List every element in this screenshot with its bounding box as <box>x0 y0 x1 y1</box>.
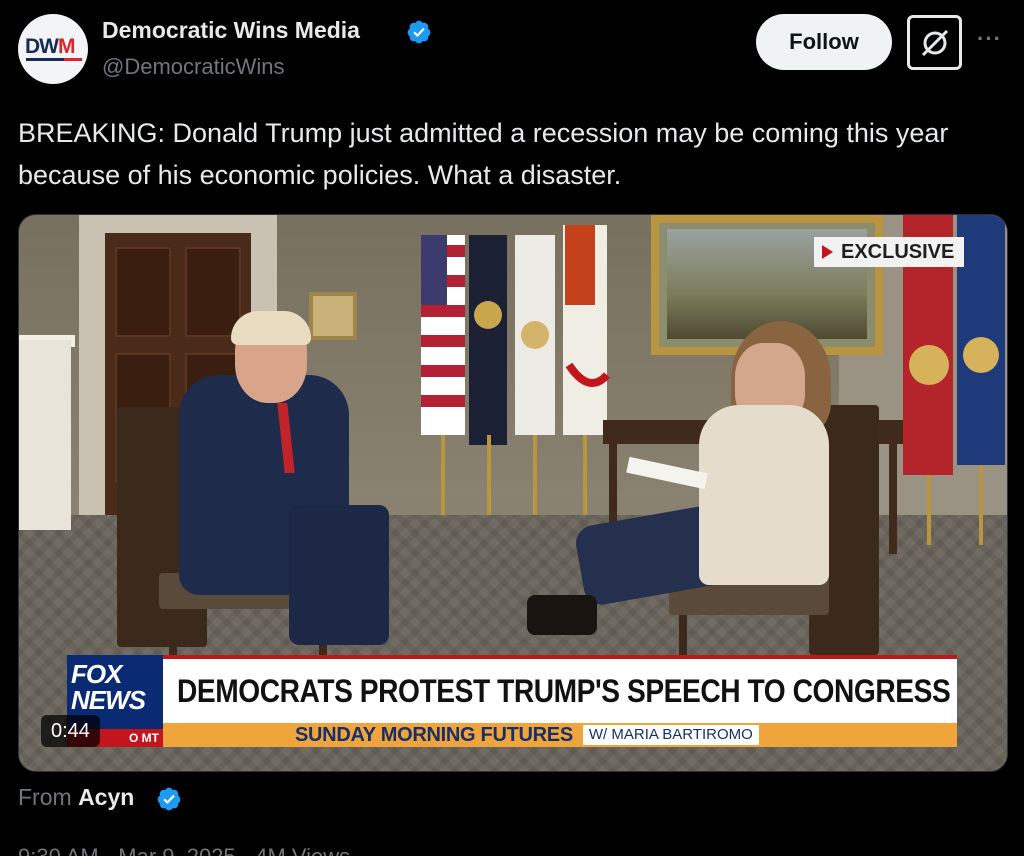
avatar[interactable]: DWM <box>18 14 88 84</box>
handle[interactable]: @DemocraticWins <box>102 54 284 80</box>
video-player[interactable]: EXCLUSIVE FOX NEWS O MT DEMOCRATS PROTES… <box>18 214 1008 772</box>
verified-badge-icon <box>157 787 181 811</box>
show-name: SUNDAY MORNING FUTURES <box>295 723 573 746</box>
news-chyron: FOX NEWS O MT DEMOCRATS PROTEST TRUMP'S … <box>67 655 957 747</box>
play-triangle-icon <box>822 245 833 259</box>
video-duration: 0:44 <box>41 715 100 747</box>
follow-button[interactable]: Follow <box>756 14 892 70</box>
verified-badge-icon <box>407 20 431 44</box>
attribution-name[interactable]: Acyn <box>78 784 134 810</box>
exclusive-badge: EXCLUSIVE <box>814 237 965 267</box>
tweet-timestamp[interactable]: 9:30 AM · Mar 9, 2025 · 4M Views <box>18 844 350 856</box>
tweet-text: BREAKING: Donald Trump just admitted a r… <box>18 118 949 190</box>
video-person-right <box>699 405 829 585</box>
host-name: W/ MARIA BARTIROMO <box>582 725 759 745</box>
grok-icon <box>921 29 948 56</box>
display-name[interactable]: Democratic Wins Media <box>102 17 360 44</box>
chyron-headline: DEMOCRATS PROTEST TRUMP'S SPEECH TO CONG… <box>177 672 951 709</box>
media-attribution: From Acyn <box>18 784 135 810</box>
video-scene-flags <box>421 225 610 515</box>
grok-button[interactable] <box>907 15 962 70</box>
avatar-stripe-red <box>64 58 82 61</box>
avatar-logo: DWM <box>25 35 75 58</box>
more-options-button[interactable]: ··· <box>977 26 1002 52</box>
